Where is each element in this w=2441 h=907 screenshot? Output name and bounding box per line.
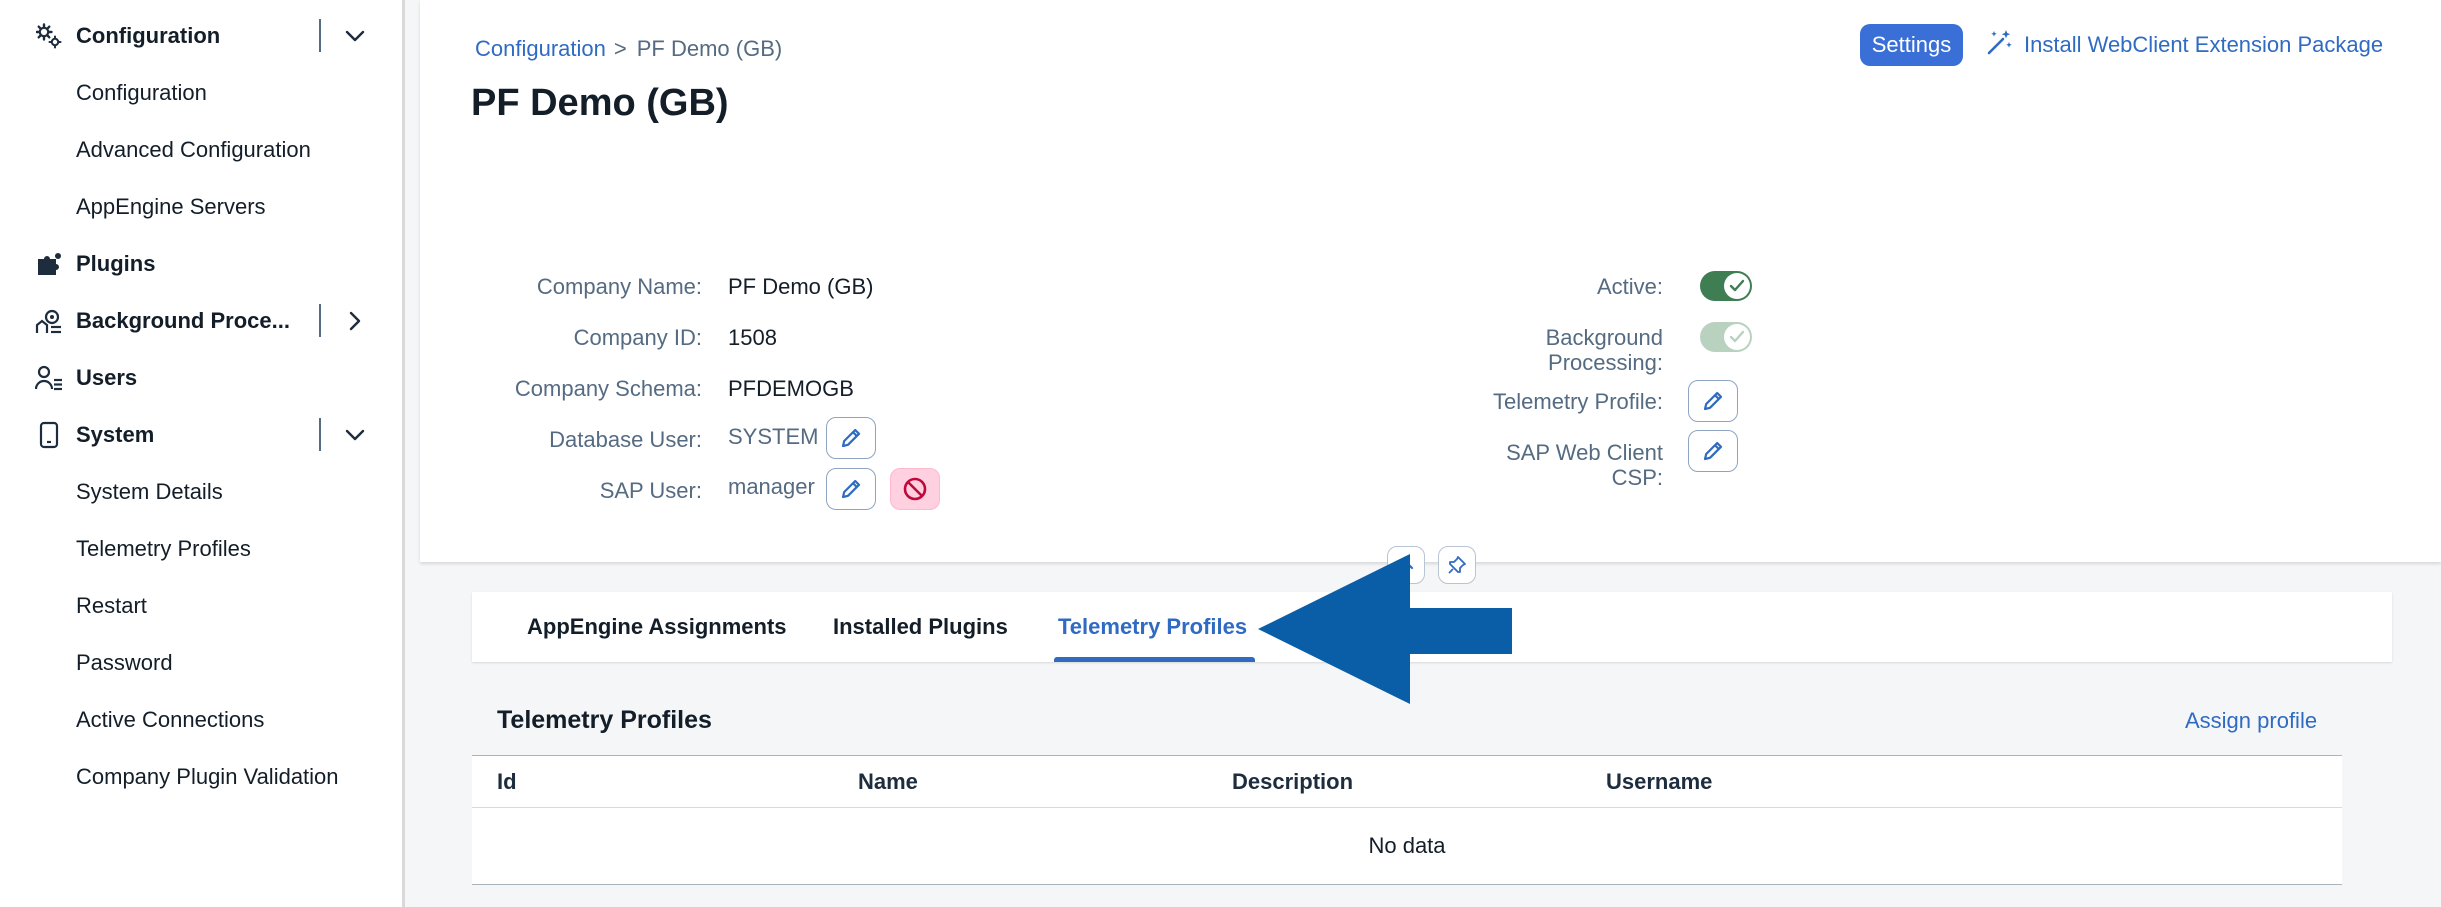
active-label: Active: xyxy=(1596,274,1663,299)
chevron-down-icon[interactable] xyxy=(340,21,370,51)
breadcrumb-current: PF Demo (GB) xyxy=(636,36,783,61)
tab-installed-plugins[interactable]: Installed Plugins xyxy=(833,592,1008,662)
sap-web-client-csp-label-line2: CSP: xyxy=(1611,465,1663,490)
active-switch[interactable] xyxy=(1700,271,1752,301)
nav-group-label: Plugins xyxy=(76,250,156,276)
install-webclient-extension-button[interactable]: Install WebClient Extension Package xyxy=(1986,26,2383,64)
pencil-icon xyxy=(1703,441,1723,461)
nav-group-background-processing[interactable]: Background Proce... xyxy=(0,292,405,349)
telemetry-profile-label: Telemetry Profile: xyxy=(1493,389,1663,414)
nav-group-configuration[interactable]: Configuration xyxy=(0,7,405,64)
magic-wand-icon xyxy=(1986,28,2014,62)
sap-user-value: manager xyxy=(728,474,815,499)
edit-sap-web-client-csp-button[interactable] xyxy=(1688,430,1738,472)
database-user-value: SYSTEM xyxy=(728,424,819,449)
chevron-down-icon[interactable] xyxy=(340,420,370,450)
sidebar-item-configuration[interactable]: Configuration xyxy=(76,64,207,121)
table-header-row: Id Name Description Username xyxy=(472,756,2342,808)
nav-group-label: Users xyxy=(76,364,138,390)
settings-button[interactable]: Settings xyxy=(1860,24,1963,66)
background-processing-switch xyxy=(1700,322,1752,352)
chevron-right-icon[interactable] xyxy=(340,306,370,336)
breadcrumb: Configuration > PF Demo (GB) xyxy=(475,36,782,62)
background-processing-label-line2: Processing: xyxy=(1548,350,1663,375)
tab-selected-indicator xyxy=(1054,657,1255,662)
company-name-label: Company Name: xyxy=(536,274,702,299)
sidebar-item-appengine-servers[interactable]: AppEngine Servers xyxy=(76,178,266,235)
device-icon xyxy=(34,420,64,450)
background-processing-label-line1: Background xyxy=(1545,325,1663,350)
sidebar-item-password[interactable]: Password xyxy=(76,634,173,691)
column-header-description[interactable]: Description xyxy=(1232,756,1353,808)
company-id-label: Company ID: xyxy=(573,325,702,350)
pencil-icon xyxy=(841,428,861,448)
block-icon xyxy=(903,477,927,501)
annotation-arrow-icon xyxy=(1258,554,1512,704)
company-id-value: 1508 xyxy=(728,325,777,350)
edit-database-user-button[interactable] xyxy=(826,417,876,459)
tab-appengine-assignments[interactable]: AppEngine Assignments xyxy=(527,592,787,662)
assign-profile-button[interactable]: Assign profile xyxy=(2185,708,2317,734)
column-header-id[interactable]: Id xyxy=(497,756,517,808)
nav-group-label: Background Proce... xyxy=(76,307,290,333)
telemetry-profiles-table: Id Name Description Username No data xyxy=(472,755,2342,885)
side-navigation: Configuration Configuration Advanced Con… xyxy=(0,0,405,907)
nav-group-plugins[interactable]: Plugins xyxy=(0,235,405,292)
separator xyxy=(319,418,321,451)
page-title: PF Demo (GB) xyxy=(471,82,729,124)
puzzle-icon xyxy=(34,249,64,279)
pencil-icon xyxy=(841,479,861,499)
sidebar-item-system-details[interactable]: System Details xyxy=(76,463,223,520)
background-processing-icon xyxy=(34,306,64,336)
gears-icon xyxy=(34,21,64,51)
sap-web-client-csp-label-line1: SAP Web Client xyxy=(1506,440,1663,465)
user-list-icon xyxy=(34,363,64,393)
database-user-label: Database User: xyxy=(549,427,702,452)
pencil-icon xyxy=(1703,391,1723,411)
company-name-value: PF Demo (GB) xyxy=(728,274,874,299)
nav-group-system[interactable]: System xyxy=(0,406,405,463)
edit-telemetry-profile-button[interactable] xyxy=(1688,380,1738,422)
breadcrumb-separator: > xyxy=(613,36,627,61)
clear-sap-user-button[interactable] xyxy=(890,468,940,510)
install-label: Install WebClient Extension Package xyxy=(2024,32,2384,57)
column-header-name[interactable]: Name xyxy=(858,756,918,808)
tab-telemetry-profiles[interactable]: Telemetry Profiles xyxy=(1058,592,1247,662)
checkmark-icon xyxy=(1724,273,1750,299)
company-schema-value: PFDEMOGB xyxy=(728,376,854,401)
no-data-text: No data xyxy=(1368,833,1446,858)
breadcrumb-link-configuration[interactable]: Configuration xyxy=(475,36,606,62)
company-schema-label: Company Schema: xyxy=(514,376,702,401)
sidebar-item-restart[interactable]: Restart xyxy=(76,577,147,634)
edit-sap-user-button[interactable] xyxy=(826,468,876,510)
separator xyxy=(319,19,321,52)
nav-group-users[interactable]: Users xyxy=(0,349,405,406)
checkmark-icon xyxy=(1724,324,1750,350)
column-header-username[interactable]: Username xyxy=(1606,756,1712,808)
sidebar-item-advanced-configuration[interactable]: Advanced Configuration xyxy=(76,121,311,178)
sidebar-item-telemetry-profiles[interactable]: Telemetry Profiles xyxy=(76,520,251,577)
sap-user-label: SAP User: xyxy=(599,478,702,503)
sidebar-item-active-connections[interactable]: Active Connections xyxy=(76,691,264,748)
separator xyxy=(319,304,321,337)
sidebar-item-company-plugin-validation[interactable]: Company Plugin Validation xyxy=(76,748,339,805)
nav-group-label: Configuration xyxy=(76,22,221,48)
section-title: Telemetry Profiles xyxy=(497,706,712,734)
nav-group-label: System xyxy=(76,421,155,447)
